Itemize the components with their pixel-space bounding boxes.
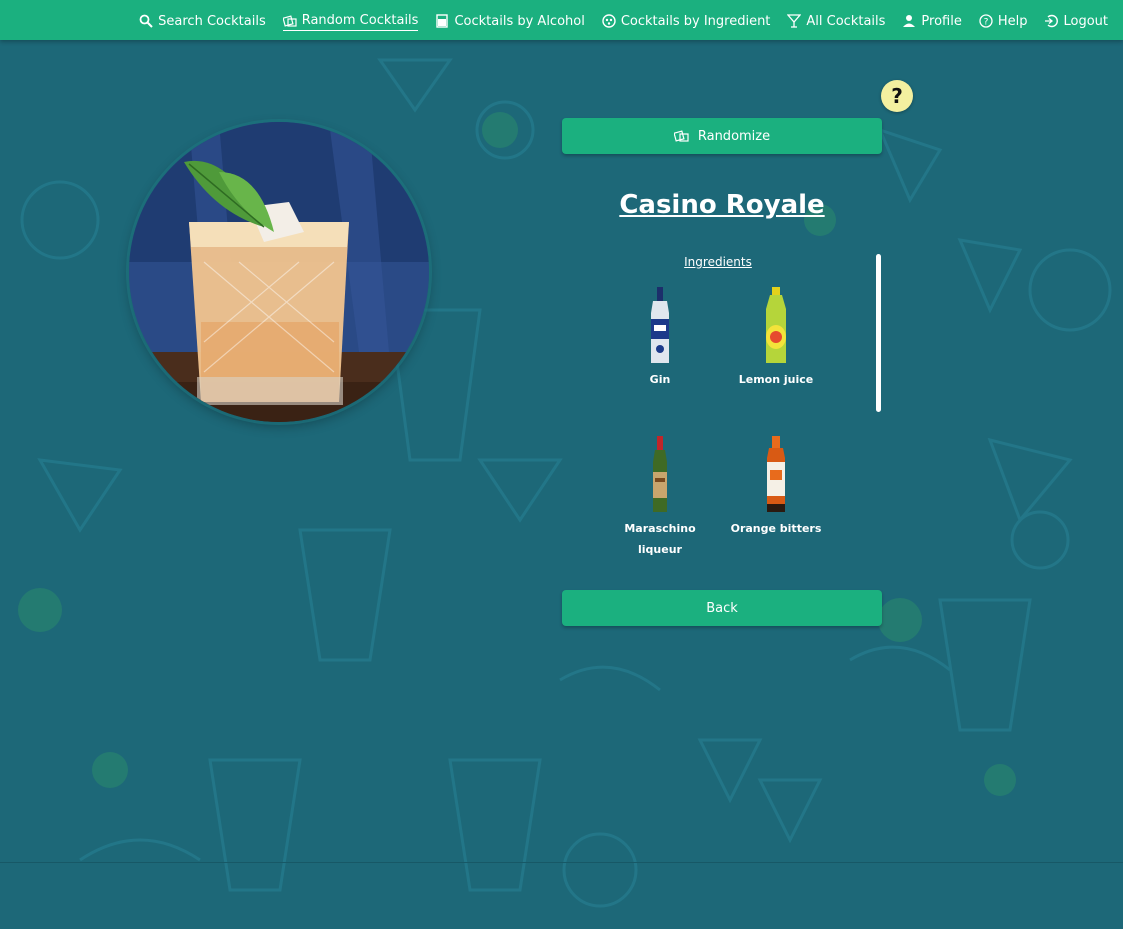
dice-icon <box>282 14 297 27</box>
nav-profile[interactable]: Profile <box>902 9 962 31</box>
help-button[interactable]: ? <box>881 80 913 112</box>
search-icon <box>139 14 153 28</box>
lemon-juice-bottle-icon <box>766 287 786 363</box>
nav-label: Cocktails by Ingredient <box>620 13 771 29</box>
nav-label: Random Cocktails <box>301 13 419 28</box>
help-circle-icon: ? <box>979 14 993 28</box>
nav-all-cocktails[interactable]: All Cocktails <box>787 9 885 31</box>
nav-logout[interactable]: Logout <box>1044 9 1108 31</box>
nav-label: Logout <box>1063 13 1108 29</box>
gin-bottle-icon <box>651 287 669 363</box>
help-button-label: ? <box>891 84 903 108</box>
nav-label: Help <box>997 13 1028 29</box>
randomize-button[interactable]: Randomize <box>562 118 882 154</box>
nav-help[interactable]: ? Help <box>979 9 1028 31</box>
glass-icon <box>436 14 449 28</box>
nav-cocktails-by-ingredient[interactable]: Cocktails by Ingredient <box>602 9 771 31</box>
orange-bitters-bottle-icon <box>767 436 785 512</box>
nav-search-cocktails[interactable]: Search Cocktails <box>139 9 266 31</box>
nav-label: All Cocktails <box>806 13 886 29</box>
logout-icon <box>1045 14 1059 28</box>
nav-label: Profile <box>921 13 962 29</box>
user-icon <box>903 15 916 27</box>
ingredients-heading: Ingredients <box>684 255 752 269</box>
nav-label: Search Cocktails <box>158 13 266 29</box>
ingredient-item: Lemon juice <box>718 285 834 390</box>
cocktail-icon <box>787 14 802 28</box>
nav-cocktails-by-alcohol[interactable]: Cocktails by Alcohol <box>435 9 585 31</box>
back-label: Back <box>706 600 738 616</box>
top-navbar: Search Cocktails Random Cocktails Cockta… <box>0 0 1123 40</box>
maraschino-bottle-icon <box>653 436 667 512</box>
footer-divider <box>0 862 1123 863</box>
ingredient-item: Maraschino liqueur <box>602 434 718 560</box>
ingredient-item: Gin <box>602 285 718 390</box>
nav-label: Cocktails by Alcohol <box>454 13 585 29</box>
svg-text:?: ? <box>983 18 988 28</box>
cocktail-image <box>129 122 429 422</box>
ingredient-name: Lemon juice <box>738 373 814 386</box>
ingredient-item: Orange bitters <box>718 434 834 539</box>
ingredient-name: Gin <box>649 373 671 386</box>
cocktail-title: Casino Royale <box>619 190 825 220</box>
ingredient-name: Maraschino liqueur <box>624 522 696 556</box>
dice-icon <box>673 130 689 142</box>
ingredients-panel[interactable]: Ingredients Gin Lemon juice Maraschino l… <box>600 252 885 562</box>
ingredient-name: Orange bitters <box>730 522 822 535</box>
back-button[interactable]: Back <box>562 590 882 626</box>
nav-random-cocktails[interactable]: Random Cocktails <box>282 9 419 31</box>
ingredient-icon <box>602 14 616 28</box>
randomize-label: Randomize <box>697 128 771 144</box>
ingredients-scrollbar[interactable] <box>876 254 881 412</box>
